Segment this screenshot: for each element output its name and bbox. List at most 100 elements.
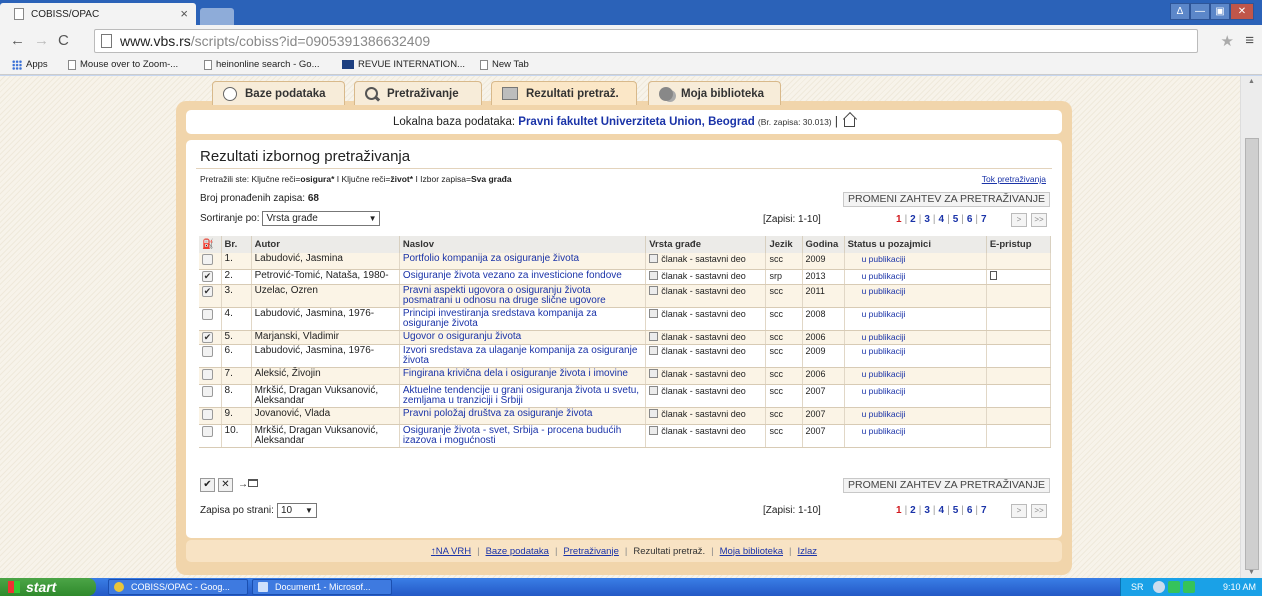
- footer-link-moja-biblioteka[interactable]: Moja biblioteka: [720, 546, 783, 557]
- next-page-button-bottom[interactable]: >: [1011, 504, 1027, 518]
- page-link[interactable]: 7: [981, 214, 987, 225]
- back-to-top-link[interactable]: ↑NA VRH: [431, 546, 471, 557]
- row-status-link[interactable]: u publikaciji: [862, 271, 906, 281]
- next-page-button[interactable]: >: [1011, 213, 1027, 227]
- bookmark-new-tab[interactable]: New Tab: [480, 59, 529, 70]
- sort-select[interactable]: Vrsta građe ▼: [262, 211, 381, 226]
- row-status-link[interactable]: u publikaciji: [862, 254, 906, 264]
- tray-icon[interactable]: [1183, 581, 1195, 593]
- page-link[interactable]: 5: [953, 505, 959, 516]
- page-link[interactable]: 2: [910, 505, 916, 516]
- address-bar[interactable]: www.vbs.rs/scripts/cobiss?id=09053913866…: [94, 29, 1198, 53]
- tab-baze-podataka[interactable]: Baze podataka: [212, 81, 345, 105]
- row-status-link[interactable]: u publikaciji: [862, 286, 906, 296]
- reload-icon[interactable]: C: [58, 32, 69, 49]
- select-all-button[interactable]: ✔: [200, 478, 215, 492]
- row-status-link[interactable]: u publikaciji: [862, 409, 906, 419]
- row-status-link[interactable]: u publikaciji: [862, 346, 906, 356]
- forward-icon[interactable]: →: [34, 32, 49, 49]
- row-title-link[interactable]: Fingirana krivična dela i osiguranje živ…: [403, 368, 628, 379]
- page-link[interactable]: 6: [967, 214, 973, 225]
- row-status-link[interactable]: u publikaciji: [862, 332, 906, 342]
- page-link[interactable]: 2: [910, 214, 916, 225]
- row-checkbox[interactable]: [202, 369, 213, 380]
- window-close-button[interactable]: ✕: [1230, 3, 1254, 20]
- row-title-link[interactable]: Ugovor o osiguranju života: [403, 331, 521, 342]
- page-link[interactable]: 7: [981, 505, 987, 516]
- bookmark-star-icon[interactable]: ★: [1221, 32, 1234, 50]
- window-controls: Δ — ▣ ✕: [1170, 3, 1254, 20]
- row-status-link[interactable]: u publikaciji: [862, 426, 906, 436]
- bookmark-revue[interactable]: REVUE INTERNATION...: [342, 59, 465, 70]
- page-link[interactable]: 5: [953, 214, 959, 225]
- browser-tab[interactable]: COBISS/OPAC ×: [0, 3, 196, 25]
- page-link[interactable]: 1: [896, 214, 902, 225]
- row-status-link[interactable]: u publikaciji: [862, 386, 906, 396]
- bookmark-apps[interactable]: Apps: [12, 59, 48, 70]
- row-checkbox[interactable]: [202, 309, 213, 320]
- vertical-scrollbar[interactable]: ▲ ▼: [1240, 76, 1262, 578]
- window-maximize-button[interactable]: ▣: [1210, 3, 1230, 20]
- page-link[interactable]: 4: [939, 214, 945, 225]
- per-page-select[interactable]: 10 ▼: [276, 503, 317, 518]
- scroll-up-icon[interactable]: ▲: [1248, 78, 1255, 85]
- deselect-all-button[interactable]: ✕: [218, 478, 233, 492]
- row-status-link[interactable]: u publikaciji: [862, 309, 906, 319]
- row-title-link[interactable]: Pravni položaj društva za osiguranje živ…: [403, 408, 593, 419]
- change-request-button[interactable]: PROMENI ZAHTEV ZA PRETRAŽIVANJE: [843, 192, 1050, 207]
- page-link[interactable]: 6: [967, 505, 973, 516]
- home-icon[interactable]: [844, 118, 856, 127]
- scroll-down-icon[interactable]: ▼: [1248, 569, 1255, 576]
- row-checkbox[interactable]: [202, 254, 213, 265]
- document-icon[interactable]: [989, 271, 997, 280]
- start-button[interactable]: start: [0, 578, 96, 596]
- row-title-link[interactable]: Portfolio kompanija za osiguranje života: [403, 253, 579, 264]
- scrollbar-thumb[interactable]: [1245, 138, 1259, 570]
- new-tab-button[interactable]: [200, 8, 234, 25]
- system-tray: SR 9:10 AM: [1120, 578, 1262, 596]
- tab-close-icon[interactable]: ×: [180, 6, 188, 21]
- row-checkbox[interactable]: ✔: [202, 271, 213, 282]
- row-checkbox[interactable]: [202, 426, 213, 437]
- row-status-link[interactable]: u publikaciji: [862, 369, 906, 379]
- tab-pretrazivanje[interactable]: Pretraživanje: [354, 81, 482, 105]
- taskbar-item-chrome[interactable]: COBISS/OPAC - Goog...: [108, 579, 248, 595]
- window-profile-button[interactable]: Δ: [1170, 3, 1190, 20]
- taskbar-item-word[interactable]: Document1 - Microsof...: [252, 579, 392, 595]
- row-title-link[interactable]: Pravni aspekti ugovora o osiguranju živo…: [403, 285, 606, 306]
- row-checkbox[interactable]: [202, 346, 213, 357]
- page-link[interactable]: 3: [924, 214, 930, 225]
- last-page-button-bottom[interactable]: >>: [1031, 504, 1047, 518]
- table-row: 8. Mrkšić, Dragan Vuksanović, Aleksandar A…: [199, 384, 1052, 408]
- row-checkbox[interactable]: ✔: [202, 286, 213, 297]
- tab-moja-biblioteka[interactable]: Moja biblioteka: [648, 81, 781, 105]
- page-link[interactable]: 4: [939, 505, 945, 516]
- window-minimize-button[interactable]: —: [1190, 3, 1210, 20]
- change-request-button-bottom[interactable]: PROMENI ZAHTEV ZA PRETRAŽIVANJE: [843, 478, 1050, 493]
- footer-link-izlaz[interactable]: Izlaz: [797, 546, 817, 557]
- page-link[interactable]: 3: [924, 505, 930, 516]
- last-page-button[interactable]: >>: [1031, 213, 1047, 227]
- row-title-link[interactable]: Osiguranje života vezano za investicione…: [403, 270, 622, 281]
- bookmark-mouse-over-zoom[interactable]: Mouse over to Zoom-...: [68, 59, 178, 70]
- row-checkbox[interactable]: ✔: [202, 332, 213, 343]
- search-flow-link[interactable]: Tok pretraživanja: [982, 174, 1046, 184]
- page-link[interactable]: 1: [896, 505, 902, 516]
- back-icon[interactable]: ←: [10, 32, 25, 49]
- footer-link-baze[interactable]: Baze podataka: [486, 546, 549, 557]
- row-title-link[interactable]: Principi investiranja sredstava kompanij…: [403, 308, 597, 329]
- language-indicator[interactable]: SR: [1131, 578, 1144, 596]
- footer-link-pretrazivanje[interactable]: Pretraživanje: [563, 546, 618, 557]
- browser-menu-icon[interactable]: ≡: [1245, 32, 1254, 49]
- institution-link[interactable]: Pravni fakultet Univerziteta Union, Beog…: [518, 116, 754, 128]
- bookmark-heinonline[interactable]: heinonline search - Go...: [204, 59, 320, 70]
- add-to-basket-button[interactable]: →: [238, 479, 258, 490]
- row-title-link[interactable]: Izvori sredstava za ulaganje kompanija z…: [403, 345, 638, 366]
- tray-icon[interactable]: [1153, 581, 1165, 593]
- row-title-link[interactable]: Aktuelne tendencije u grani osiguranja ž…: [403, 385, 639, 406]
- row-title-link[interactable]: Osiguranje života - svet, Srbija - proce…: [403, 425, 621, 446]
- tray-icon[interactable]: [1168, 581, 1180, 593]
- tab-rezultati[interactable]: Rezultati pretraž.: [491, 81, 637, 105]
- row-checkbox[interactable]: [202, 409, 213, 420]
- row-checkbox[interactable]: [202, 386, 213, 397]
